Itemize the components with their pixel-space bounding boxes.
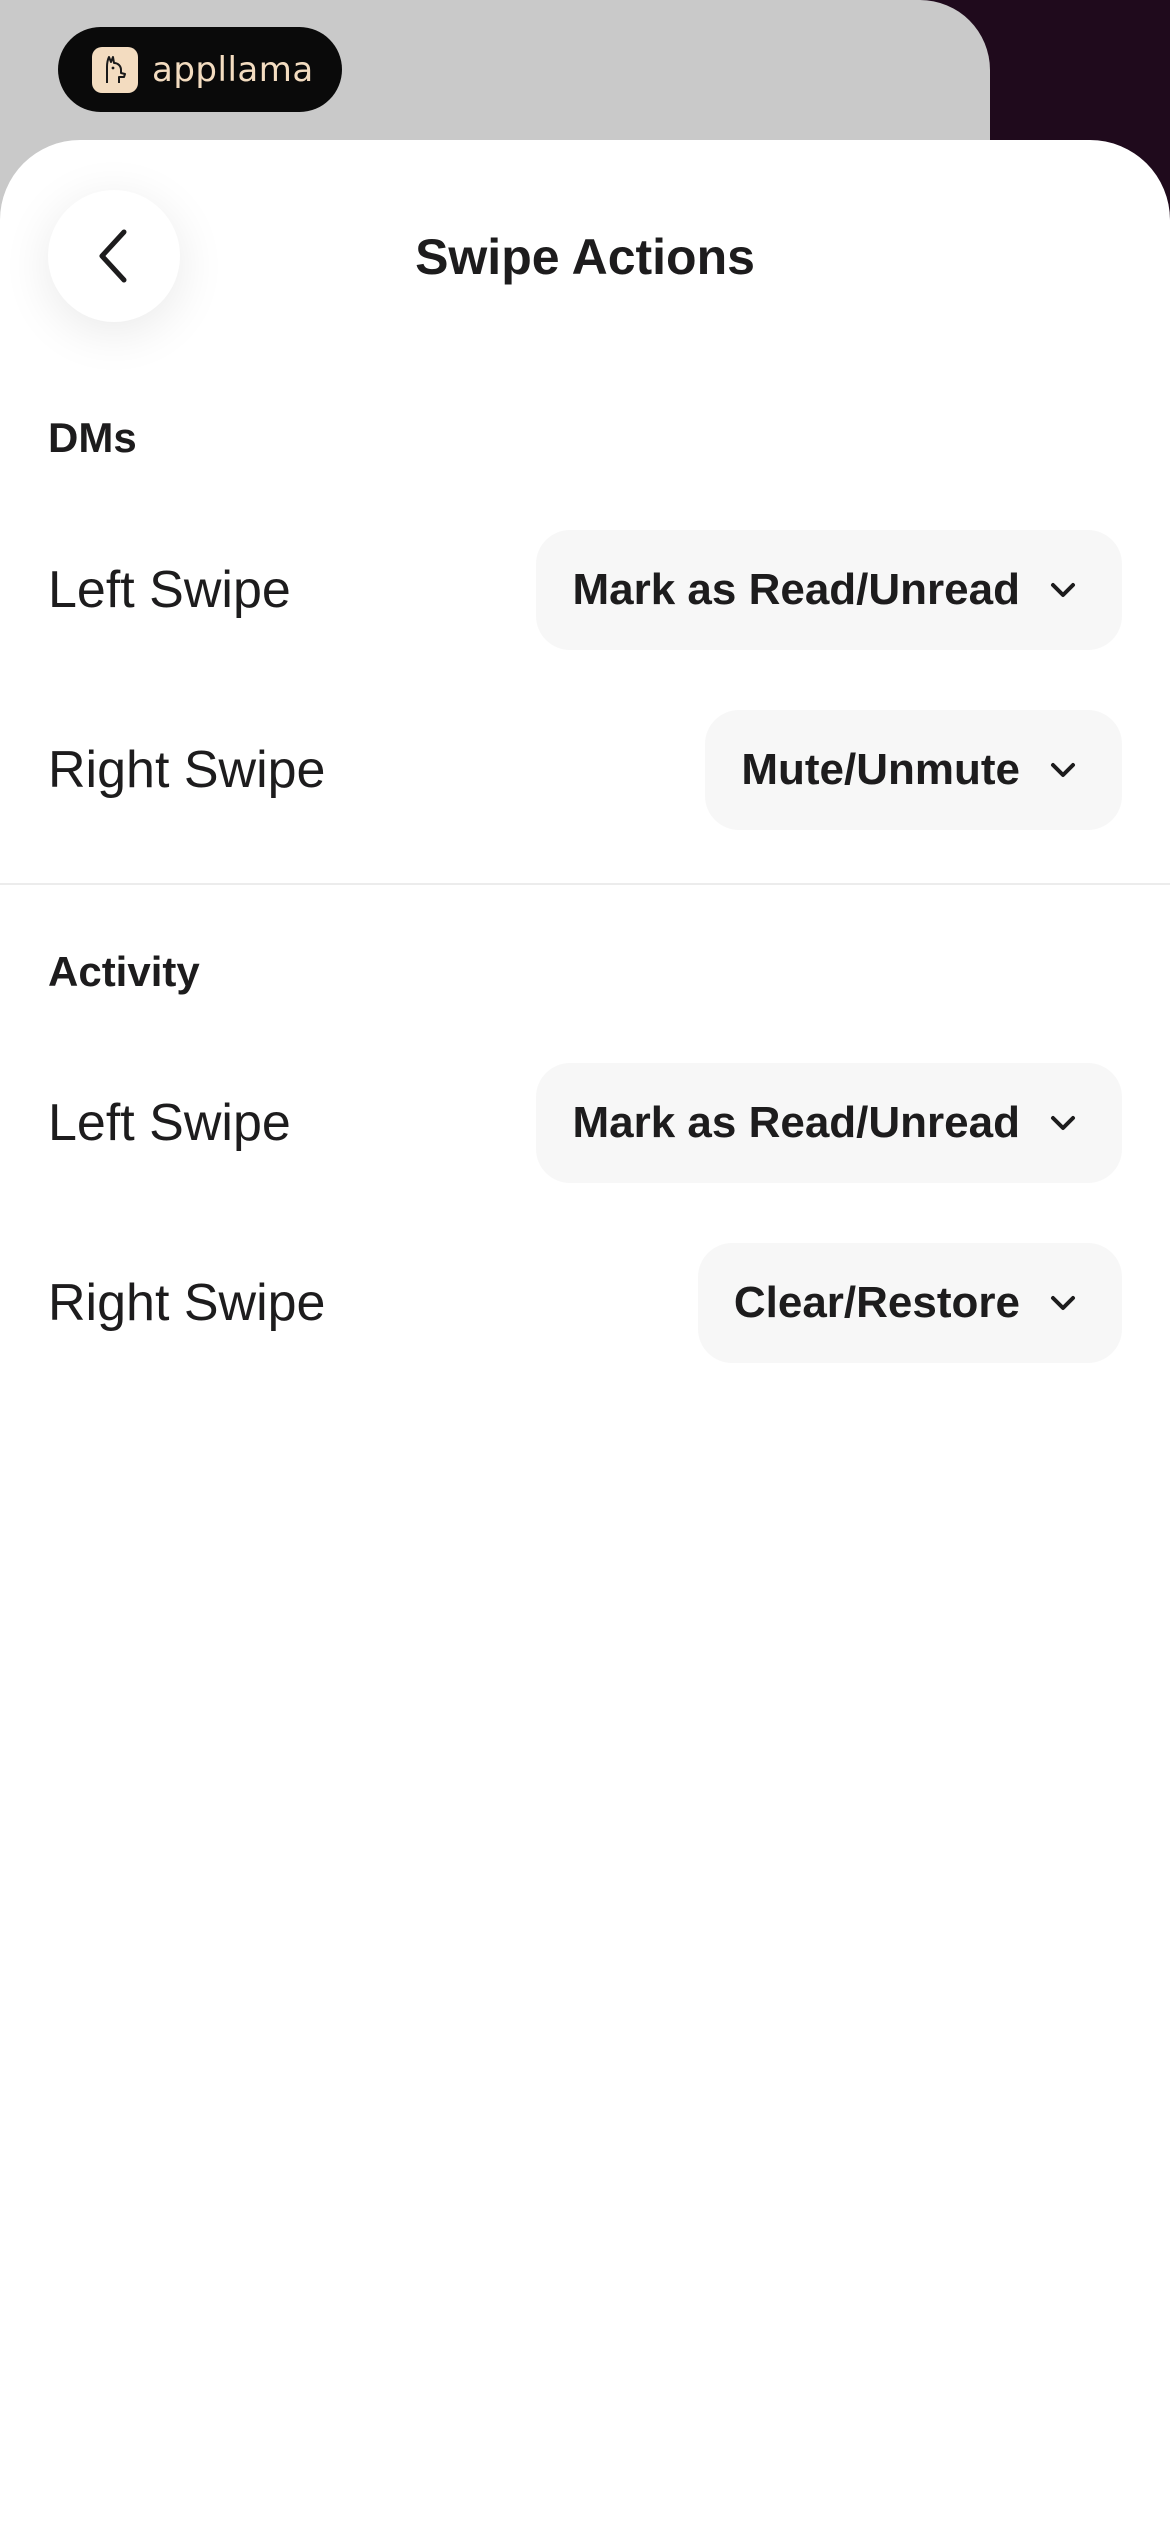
activity-left-swipe-dropdown[interactable]: Mark as Read/Unread (536, 1063, 1122, 1183)
chevron-down-icon (1048, 760, 1078, 780)
chevron-down-icon (1048, 1113, 1078, 1133)
section-divider (0, 883, 1170, 885)
activity-right-swipe-dropdown[interactable]: Clear/Restore (697, 1243, 1122, 1363)
activity-right-swipe-label: Right Swipe (48, 1274, 326, 1332)
activity-left-swipe-label: Left Swipe (48, 1094, 291, 1152)
chevron-down-icon (1048, 1293, 1078, 1313)
dms-right-swipe-dropdown[interactable]: Mute/Unmute (705, 710, 1122, 830)
dropdown-value: Clear/Restore (733, 1278, 1020, 1327)
brand-badge: appllama (58, 27, 342, 112)
dms-left-swipe-dropdown[interactable]: Mark as Read/Unread (536, 530, 1122, 650)
section-title-activity: Activity (48, 948, 200, 995)
settings-sheet: Swipe Actions DMs Left Swipe Mark as Rea… (0, 140, 1170, 2532)
brand-name: appllama (152, 49, 314, 90)
chevron-down-icon (1048, 580, 1078, 600)
dropdown-value: Mark as Read/Unread (572, 1098, 1020, 1147)
dms-left-swipe-label: Left Swipe (48, 561, 291, 619)
dropdown-value: Mark as Read/Unread (572, 565, 1020, 614)
section-title-dms: DMs (48, 414, 137, 461)
llama-logo-icon (92, 46, 138, 93)
dropdown-value: Mute/Unmute (741, 745, 1020, 794)
dms-right-swipe-label: Right Swipe (48, 741, 326, 799)
page-title: Swipe Actions (415, 229, 755, 285)
